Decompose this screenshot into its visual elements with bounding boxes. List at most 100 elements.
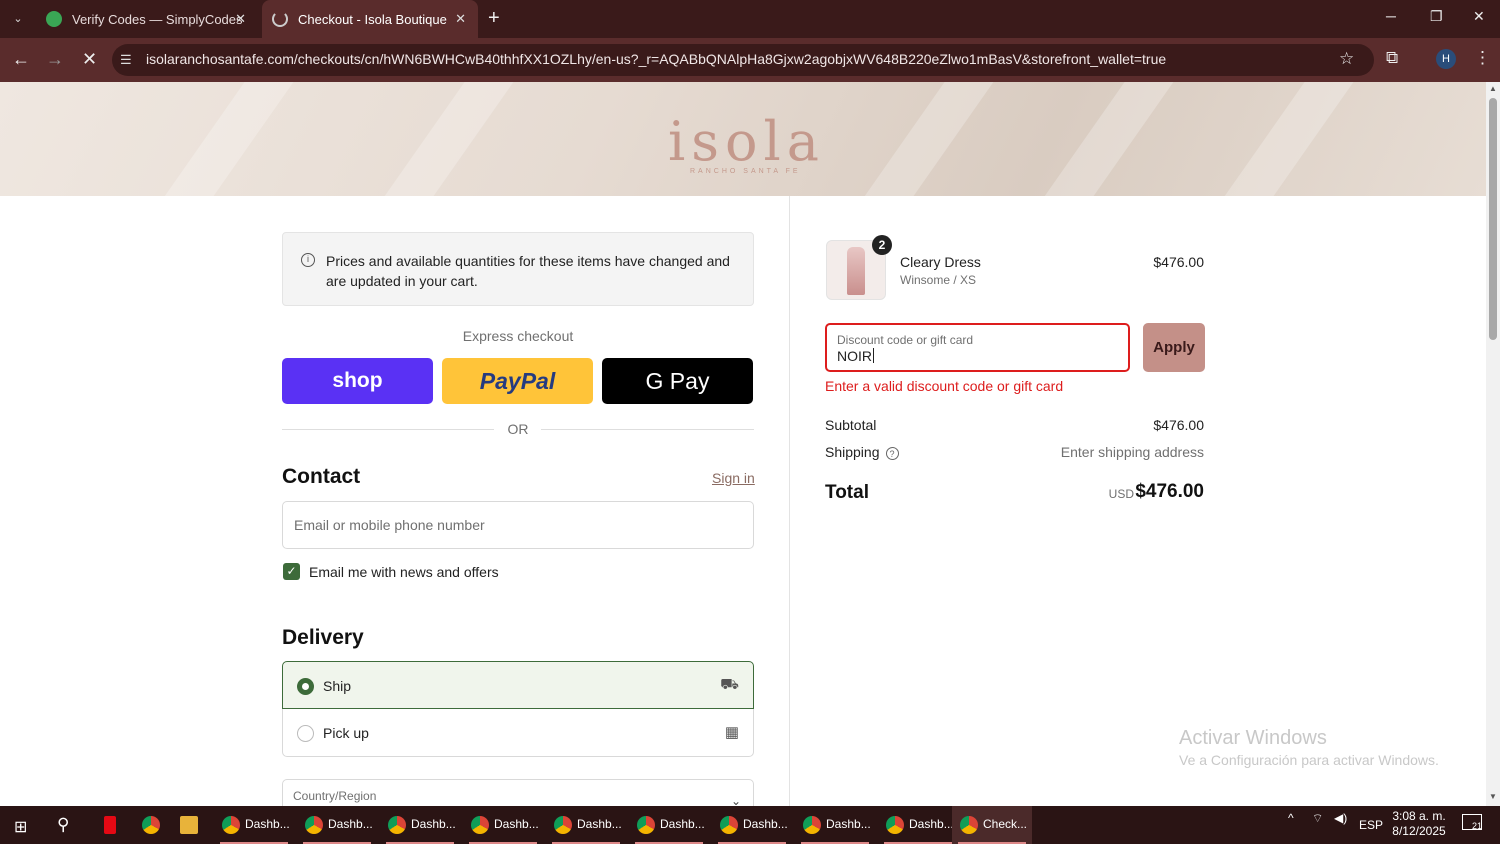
help-icon[interactable]: ? (885, 447, 899, 460)
country-select[interactable]: Country/Region ⌄ (282, 779, 754, 806)
item-variant: Winsome / XS (900, 273, 977, 287)
taskbar-app-dashboard[interactable]: Dashb... (795, 806, 875, 844)
pickup-label: Pick up (323, 725, 369, 741)
notifications-icon[interactable]: 21 (1462, 814, 1482, 831)
language-indicator[interactable]: ESP (1359, 818, 1383, 832)
search-icon[interactable]: ⚲ (57, 815, 69, 835)
wifi-icon[interactable]: ⌔ (1312, 811, 1323, 826)
item-price: $476.00 (1153, 254, 1204, 270)
profile-avatar[interactable]: H (1436, 49, 1456, 69)
back-icon[interactable]: ← (12, 49, 30, 70)
chevron-down-icon: ⌄ (730, 794, 741, 806)
email-placeholder: Email or mobile phone number (294, 517, 485, 533)
shipping-label: Shipping? (825, 444, 899, 460)
discount-error: Enter a valid discount code or gift card (825, 378, 1064, 394)
truck-icon: ⛟ (720, 676, 739, 693)
windows-taskbar: ⊞ ⚲ Dashb... Dashb... Dashb... Dashb... … (0, 806, 1500, 844)
scroll-down-icon[interactable]: ▼ (1489, 792, 1497, 801)
tab-search-chevron-icon[interactable]: ⌄ (8, 9, 28, 29)
file-explorer-icon[interactable] (180, 816, 198, 834)
divider (282, 429, 494, 430)
taskbar-app-dashboard[interactable]: Dashb... (214, 806, 294, 844)
ship-radio[interactable] (297, 678, 314, 695)
sign-in-link[interactable]: Sign in (712, 470, 755, 486)
news-checkbox-label[interactable]: Email me with news and offers (309, 564, 499, 580)
dress-image (847, 247, 865, 295)
close-tab-icon[interactable]: ✕ (235, 11, 246, 27)
url-text[interactable]: isolaranchosantafe.com/checkouts/cn/hWN6… (146, 51, 1166, 67)
subtotal-value: $476.00 (1153, 417, 1204, 433)
quantity-badge: 2 (872, 235, 892, 255)
total-value: $476.00 (1135, 481, 1204, 502)
browser-menu-icon[interactable]: ⋮ (1474, 48, 1491, 68)
taskbar-app-dashboard[interactable]: Dashb... (878, 806, 958, 844)
forward-icon[interactable]: → (46, 49, 64, 70)
stop-loading-icon[interactable]: ✕ (82, 49, 97, 70)
divider (541, 429, 754, 430)
country-label: Country/Region (293, 789, 377, 803)
or-separator: OR (507, 421, 529, 437)
netflix-icon[interactable] (104, 816, 116, 834)
info-icon: i (301, 253, 315, 267)
ship-label: Ship (323, 678, 352, 694)
taskbar-app-dashboard[interactable]: Dashb... (297, 806, 377, 844)
discount-code-field[interactable]: Discount code or gift card NOIR (825, 323, 1130, 372)
scrollbar-thumb[interactable] (1489, 98, 1497, 340)
simplycodes-icon (46, 11, 62, 27)
close-tab-icon[interactable]: ✕ (455, 11, 466, 27)
tab-title: Checkout - Isola Boutique (298, 11, 447, 27)
taskbar-app-dashboard[interactable]: Dashb... (463, 806, 543, 844)
new-tab-icon[interactable]: + (488, 7, 500, 30)
taskbar-app-dashboard[interactable]: Dashb... (546, 806, 626, 844)
discount-label: Discount code or gift card (837, 333, 974, 347)
windows-activation-title: Activar Windows (1179, 727, 1327, 749)
chrome-icon[interactable] (142, 816, 160, 834)
system-clock[interactable]: 3:08 a. m. 8/12/2025 (1384, 809, 1454, 839)
pickup-option[interactable]: Pick up ▦ (282, 709, 754, 757)
store-logo[interactable]: isola (668, 110, 825, 173)
show-hidden-icons-icon[interactable]: ^ (1288, 811, 1294, 825)
loading-icon (272, 11, 288, 27)
store-logo-subtitle: RANCHO SANTA FE (690, 168, 801, 175)
taskbar-app-dashboard[interactable]: Dashb... (380, 806, 460, 844)
close-window-icon[interactable]: ✕ (1473, 8, 1485, 25)
taskbar-app-checkout[interactable]: Check... (952, 806, 1032, 844)
clock-time: 3:08 a. m. (1392, 809, 1446, 823)
shop-pay-button[interactable]: shop (282, 358, 433, 404)
bookmark-star-icon[interactable]: ☆ (1339, 49, 1354, 69)
scroll-up-icon[interactable]: ▲ (1489, 84, 1497, 93)
apply-button[interactable]: Apply (1143, 323, 1205, 372)
minimize-icon[interactable]: ─ (1386, 8, 1396, 24)
volume-icon[interactable]: ◀) (1334, 811, 1347, 825)
total-label: Total (825, 482, 869, 503)
column-divider (789, 196, 790, 806)
browser-tab-bar: ⌄ Verify Codes — SimplyCodes ✕ Checkout … (0, 0, 1500, 38)
site-info-icon[interactable]: ☰ (120, 52, 132, 68)
shipping-value: Enter shipping address (1060, 444, 1204, 460)
windows-activation-text: Ve a Configuración para activar Windows. (1179, 752, 1439, 768)
ship-option[interactable]: Ship ⛟ (282, 661, 754, 709)
news-checkbox[interactable]: ✓ (283, 563, 300, 580)
extensions-icon[interactable]: ⧉ (1386, 48, 1398, 68)
item-name: Cleary Dress (900, 254, 981, 270)
store-icon: ▦ (724, 724, 739, 741)
google-pay-button[interactable]: G Pay (602, 358, 753, 404)
paypal-button[interactable]: PayPal (442, 358, 593, 404)
store-banner: isola RANCHO SANTA FE (0, 82, 1486, 254)
notice-text: Prices and available quantities for thes… (326, 253, 730, 289)
checkout-page: isola RANCHO SANTA FE i Prices and avail… (0, 82, 1486, 806)
taskbar-app-dashboard[interactable]: Dashb... (712, 806, 792, 844)
contact-heading: Contact (282, 465, 361, 488)
windows-start-icon[interactable]: ⊞ (14, 817, 27, 837)
clock-date: 8/12/2025 (1392, 824, 1446, 838)
taskbar-app-dashboard[interactable]: Dashb... (629, 806, 709, 844)
email-field[interactable]: Email or mobile phone number (282, 501, 754, 549)
delivery-heading: Delivery (282, 626, 364, 649)
tab-checkout[interactable]: Checkout - Isola Boutique ✕ (262, 0, 478, 38)
restore-icon[interactable]: ❐ (1430, 8, 1443, 25)
tab-simplycodes[interactable]: Verify Codes — SimplyCodes ✕ (36, 0, 258, 38)
subtotal-label: Subtotal (825, 417, 877, 433)
page-scrollbar[interactable]: ▲ ▼ (1486, 82, 1500, 806)
pickup-radio[interactable] (297, 725, 314, 742)
discount-input[interactable]: NOIR (837, 348, 874, 364)
